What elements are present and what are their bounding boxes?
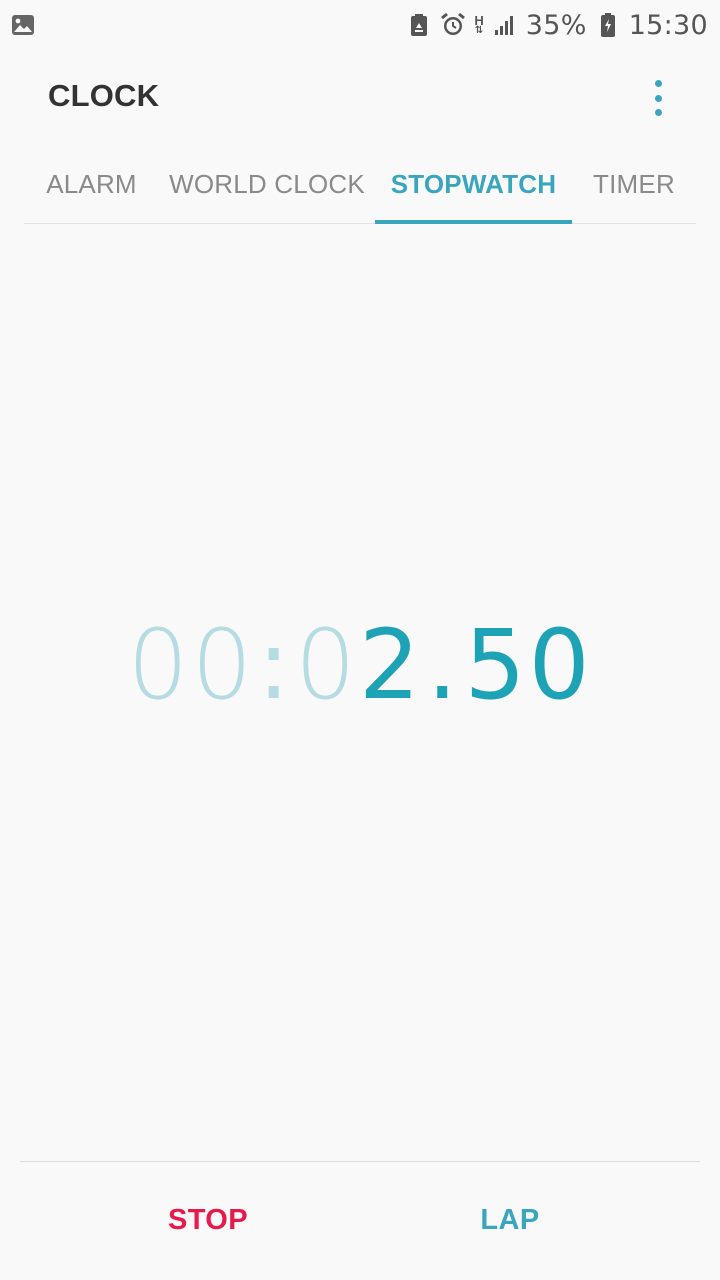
time-colon: : [257, 609, 293, 721]
stopwatch-time: 00 : 0 2 . 50 [0, 600, 720, 730]
time-minutes: 00 [127, 609, 256, 721]
active-tab-indicator [375, 220, 572, 224]
more-options-button[interactable] [640, 76, 676, 120]
page-title: CLOCK [48, 78, 160, 113]
gallery-icon [10, 12, 36, 38]
time-seconds-ones: 2 [358, 609, 423, 721]
stopwatch-screen: H ⇅ 35% 15:30 CLOCK ALARM WORLD CLOCK ST… [0, 0, 720, 1280]
stop-button[interactable]: STOP [58, 1165, 358, 1275]
lap-button[interactable]: LAP [360, 1165, 660, 1275]
battery-percent: 35% [525, 9, 587, 41]
tab-world-clock[interactable]: WORLD CLOCK [165, 145, 369, 224]
tab-alarm[interactable]: ALARM [24, 145, 159, 224]
more-vert-icon [654, 80, 662, 87]
battery-saver-icon [406, 12, 432, 38]
signal-icon [492, 12, 518, 38]
time-decimal-point: . [426, 609, 461, 721]
tab-bar: ALARM WORLD CLOCK STOPWATCH TIMER [24, 145, 696, 224]
more-vert-icon-dot [654, 94, 662, 102]
alarm-clock-icon [440, 12, 466, 38]
network-type-label: H [474, 12, 484, 28]
tab-timer[interactable]: TIMER [580, 145, 688, 224]
time-seconds-tens: 0 [294, 609, 359, 721]
time-hundredths: 50 [464, 609, 593, 721]
more-vert-icon-dot [654, 109, 662, 116]
network-h-icon: H ⇅ [474, 12, 484, 36]
app-bar: CLOCK [0, 50, 720, 145]
battery-charging-icon [595, 12, 621, 38]
bottom-divider [20, 1161, 700, 1162]
status-bar: H ⇅ 35% 15:30 [0, 0, 720, 50]
tab-stopwatch[interactable]: STOPWATCH [375, 145, 572, 224]
status-time: 15:30 [628, 9, 708, 41]
